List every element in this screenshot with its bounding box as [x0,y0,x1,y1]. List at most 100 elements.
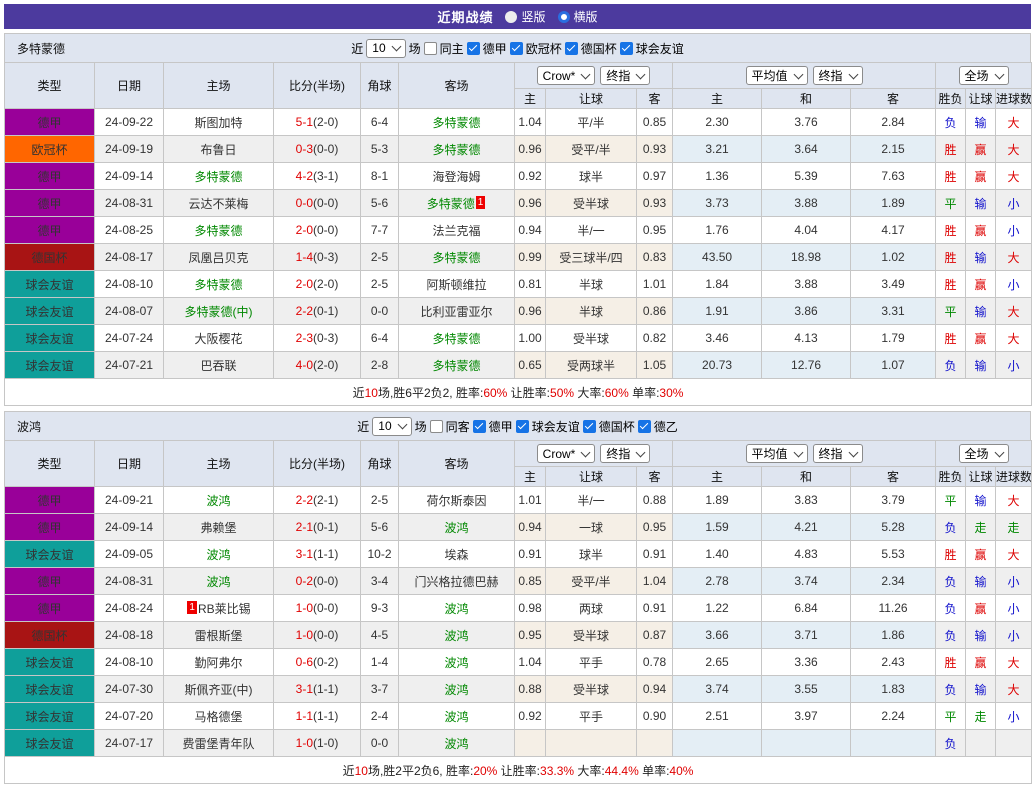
handicap-line: 受三球半/四 [546,244,637,271]
league-filter-checkbox[interactable] [620,42,633,55]
away-team-cell: 波鸿 [399,595,515,622]
away-team-cell: 阿斯顿维拉 [399,271,515,298]
handicap-home-water: 0.65 [515,352,546,379]
home-team-cell: 斯佩齐亚(中) [164,676,274,703]
avg-away-odds: 2.84 [851,109,936,136]
full-match-select[interactable]: 全场 [959,444,1009,463]
average-final-select-value: 终指 [819,67,843,84]
home-team-cell: 大阪樱花 [164,325,274,352]
bookmaker-select[interactable]: Crow* [537,444,596,463]
average-select[interactable]: 平均值 [746,66,808,85]
result-outcome: 负 [936,568,966,595]
match-date: 24-07-21 [95,352,164,379]
team-name-text: 法兰克福 [432,224,480,238]
same-venue-checkbox[interactable] [430,420,443,433]
away-team-cell: 比利亚雷亚尔 [399,298,515,325]
avg-home-odds: 2.65 [673,649,762,676]
handicap-away-water: 0.97 [637,163,673,190]
league-filter-checkbox[interactable] [583,420,596,433]
team-name-text: 波鸿 [444,656,468,670]
sub-header-4: 和 [762,467,851,487]
match-row: 欧冠杯24-09-19布鲁日0-3(0-0)5-3多特蒙德0.96受平/半0.9… [5,136,1032,163]
team-name-text: 勤阿弗尔 [194,656,242,670]
col-group-2: 全场 [936,441,1032,467]
bookmaker-select[interactable]: Crow* [537,66,596,85]
team-name-text: 波鸿 [444,521,468,535]
summary-row: 近10场,胜6平2负2, 胜率:60% 让胜率:50% 大率:60% 单率:30… [5,379,1032,406]
sub-header-6: 胜负 [936,89,966,109]
same-venue-checkbox[interactable] [424,42,437,55]
match-date: 24-08-10 [95,271,164,298]
halftime-score: (1-1) [313,709,338,723]
radio-icon[interactable] [558,11,570,23]
league-filter-checkbox[interactable] [565,42,578,55]
avg-home-odds: 2.51 [673,703,762,730]
halftime-score: (0-0) [313,574,338,588]
average-select[interactable]: 平均值 [746,444,808,463]
league-badge-cell: 球会友谊 [5,352,95,379]
full-match-select[interactable]: 全场 [959,66,1009,85]
avg-away-odds: 1.02 [851,244,936,271]
summary-text: 单率: [639,764,670,778]
match-date: 24-09-22 [95,109,164,136]
result-handicap-outcome: 输 [966,352,996,379]
avg-draw-odds: 3.97 [762,703,851,730]
summary-value: 20% [473,764,497,778]
match-count-select[interactable]: 10 [366,39,405,58]
chevron-down-icon [994,447,1004,457]
away-team-cell: 埃森 [399,541,515,568]
league-filter-checkbox[interactable] [467,42,480,55]
match-row: 德甲24-08-31云达不莱梅0-0(0-0)5-6多特蒙德10.96受半球0.… [5,190,1032,217]
handicap-line: 两球 [546,595,637,622]
header-row-groups: 类型日期主场比分(半场)角球客场Crow*终指平均值终指全场 [5,441,1032,467]
average-final-select[interactable]: 终指 [813,66,863,85]
fulltime-score: 3-1 [296,547,313,561]
average-final-select[interactable]: 终指 [813,444,863,463]
result-goals-outcome: 大 [996,298,1032,325]
avg-away-odds: 1.89 [851,190,936,217]
col-header-4: 角球 [361,63,399,109]
league-filter-checkbox[interactable] [510,42,523,55]
sub-header-3: 主 [673,89,762,109]
sub-header-5: 客 [851,467,936,487]
handicap-final-select-value: 终指 [606,67,630,84]
radio-icon[interactable] [505,11,517,23]
handicap-final-select[interactable]: 终指 [600,66,650,85]
league-filter-label: 德甲 [483,40,507,57]
avg-home-odds [673,730,762,757]
avg-draw-odds: 4.21 [762,514,851,541]
league-filter-label: 德甲 [489,418,513,435]
avg-draw-odds: 3.36 [762,649,851,676]
col-header-5: 客场 [399,441,515,487]
summary-cell: 近10场,胜6平2负2, 胜率:60% 让胜率:50% 大率:60% 单率:30… [5,379,1032,406]
league-badge-cell: 德甲 [5,217,95,244]
league-filter-checkbox[interactable] [473,420,486,433]
avg-away-odds: 4.17 [851,217,936,244]
avg-away-odds: 5.53 [851,541,936,568]
summary-text: 近 [353,386,365,400]
corner-count: 0-0 [361,298,399,325]
halftime-score: (0-0) [313,223,338,237]
league-filter-label: 德国杯 [581,40,617,57]
fulltime-score: 4-2 [296,169,313,183]
handicap-final-select[interactable]: 终指 [600,444,650,463]
avg-draw-odds: 3.71 [762,622,851,649]
league-filter-label: 球会友谊 [636,40,684,57]
summary-value: 10 [355,764,368,778]
match-date: 24-07-24 [95,325,164,352]
team-name-text: 多特蒙德 [194,278,242,292]
avg-home-odds: 3.73 [673,190,762,217]
league-filter-checkbox[interactable] [638,420,651,433]
match-date: 24-09-21 [95,487,164,514]
result-outcome: 负 [936,730,966,757]
result-handicap-outcome: 赢 [966,325,996,352]
team-name-text: 波鸿 [444,737,468,751]
halftime-score: (0-0) [313,196,338,210]
handicap-away-water [637,730,673,757]
avg-draw-odds: 4.83 [762,541,851,568]
league-filter-checkbox[interactable] [516,420,529,433]
team-name-text: 凤凰吕贝克 [188,251,248,265]
avg-draw-odds: 5.39 [762,163,851,190]
match-count-select[interactable]: 10 [372,417,411,436]
handicap-home-water: 0.81 [515,271,546,298]
